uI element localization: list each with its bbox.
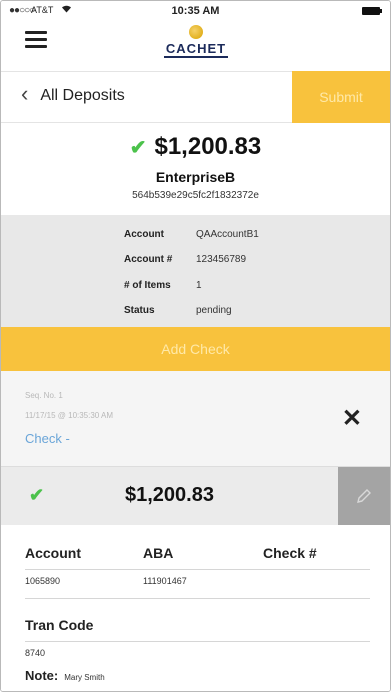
check-link[interactable]: Check - [25, 431, 70, 446]
close-icon[interactable]: ✕ [342, 407, 362, 431]
check-timestamp: 11/17/15 @ 10:35:30 AM [25, 411, 114, 420]
detail-label: Status [124, 305, 155, 316]
divider [25, 641, 370, 642]
detail-label: # of Items [124, 280, 171, 291]
detail-label: Account [124, 229, 164, 240]
tran-code-label: Tran Code [25, 617, 94, 633]
column-header-aba: ABA [143, 545, 174, 561]
cachet-logo: CACHET [156, 25, 236, 67]
detail-row-account-number: Account # 123456789 [124, 254, 246, 265]
back-button[interactable]: ‹ All Deposits [21, 81, 125, 106]
deposit-summary: ✔ $1,200.83 EnterpriseB 564b539e29c5fc2f… [1, 123, 390, 215]
status-time: 10:35 AM [171, 5, 220, 17]
account-value: 1065890 [25, 576, 61, 586]
detail-label: Account # [124, 254, 173, 265]
detail-row-items: # of Items 1 [124, 280, 202, 291]
nav-bar: ‹ All Deposits Submit [1, 71, 390, 123]
logo-mark-icon [189, 25, 203, 39]
app-header: CACHET [1, 21, 390, 71]
deposit-amount: $1,200.83 [154, 133, 262, 160]
check-details: Account ABA Check # 1065890 111901467 Tr… [1, 525, 390, 691]
note-value: Mary Smith [64, 673, 105, 682]
status-bar: ●●○○○ AT&T 10:35 AM [1, 1, 390, 21]
check-amount-row: ✔ $1,200.83 [1, 467, 390, 525]
column-header-account: Account [25, 545, 81, 561]
merchant-name: EnterpriseB [155, 169, 236, 185]
divider [25, 569, 370, 570]
checkmark-icon: ✔ [129, 136, 147, 159]
detail-row-status: Status pending [124, 305, 232, 316]
aba-value: 111901467 [143, 576, 187, 586]
status-value: pending [196, 305, 232, 316]
divider [25, 598, 370, 599]
note: Note: Mary Smith [25, 668, 105, 683]
add-check-button[interactable]: Add Check [1, 327, 390, 371]
submit-button[interactable]: Submit [292, 71, 390, 123]
hamburger-menu-icon[interactable] [25, 31, 47, 49]
phone-screen: ●●○○○ AT&T 10:35 AM CACHET ‹ All Deposit… [0, 0, 391, 692]
check-amount: $1,200.83 [125, 484, 214, 506]
logo-text: CACHET [163, 41, 229, 58]
detail-row-account: Account QAAccountB1 [124, 229, 259, 240]
detail-value: QAAccountB1 [196, 229, 259, 240]
check-item[interactable]: Seq. No. 1 11/17/15 @ 10:35:30 AM Check … [1, 371, 390, 467]
chevron-left-icon: ‹ [21, 81, 29, 106]
battery-icon [362, 7, 382, 15]
tran-code-value: 8740 [25, 648, 46, 658]
back-label: All Deposits [40, 86, 125, 104]
pencil-icon [357, 489, 371, 503]
column-header-check-number: Check # [263, 545, 317, 561]
deposit-details: Account QAAccountB1 Account # 123456789 … [1, 215, 390, 327]
detail-value: 123456789 [196, 254, 247, 265]
note-label: Note: [25, 668, 59, 683]
edit-button[interactable] [338, 467, 390, 525]
detail-value: 1 [196, 280, 202, 291]
sequence-number: Seq. No. 1 [25, 391, 63, 400]
deposit-id: 564b539e29c5fc2f1832372e [132, 190, 259, 201]
